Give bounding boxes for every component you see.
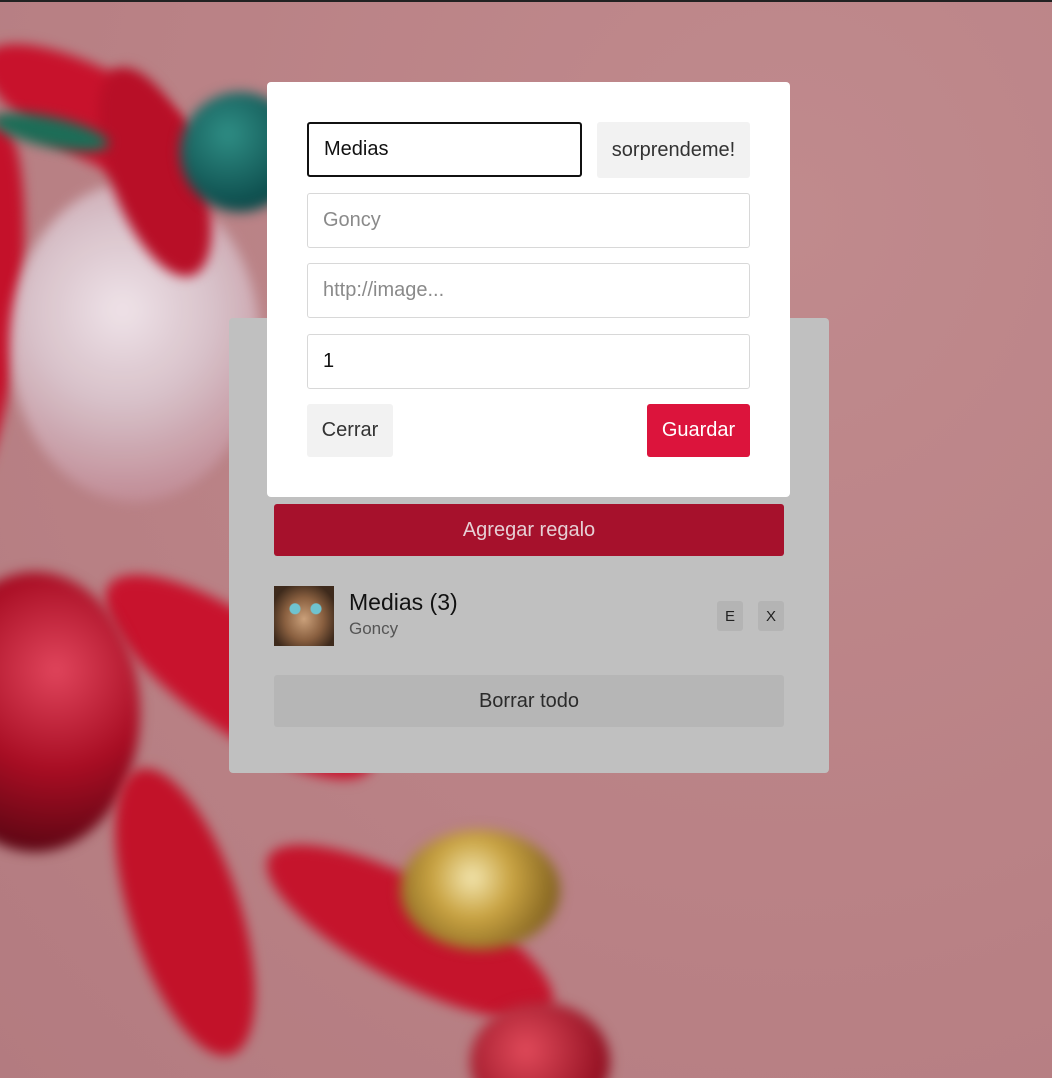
delete-gift-button[interactable]: X (758, 601, 784, 631)
edit-gift-button[interactable]: E (717, 601, 743, 631)
close-button[interactable]: Cerrar (307, 404, 393, 457)
surprise-me-button[interactable]: sorprendeme! (597, 122, 750, 178)
add-gift-button[interactable]: Agregar regalo (274, 504, 784, 556)
gift-name: Medias (3) (349, 589, 458, 615)
gift-name-input[interactable] (307, 122, 582, 177)
gift-image (274, 586, 334, 646)
recipient-input[interactable] (307, 193, 750, 248)
gift-form-modal: sorprendeme! Cerrar Guardar (267, 82, 790, 497)
gold-ornament (400, 830, 560, 950)
save-button[interactable]: Guardar (647, 404, 750, 457)
list-item: Medias (3) Goncy E X (274, 584, 784, 646)
clear-all-button[interactable]: Borrar todo (274, 675, 784, 727)
quantity-input[interactable] (307, 334, 750, 389)
image-url-input[interactable] (307, 263, 750, 318)
gift-owner: Goncy (349, 619, 399, 638)
